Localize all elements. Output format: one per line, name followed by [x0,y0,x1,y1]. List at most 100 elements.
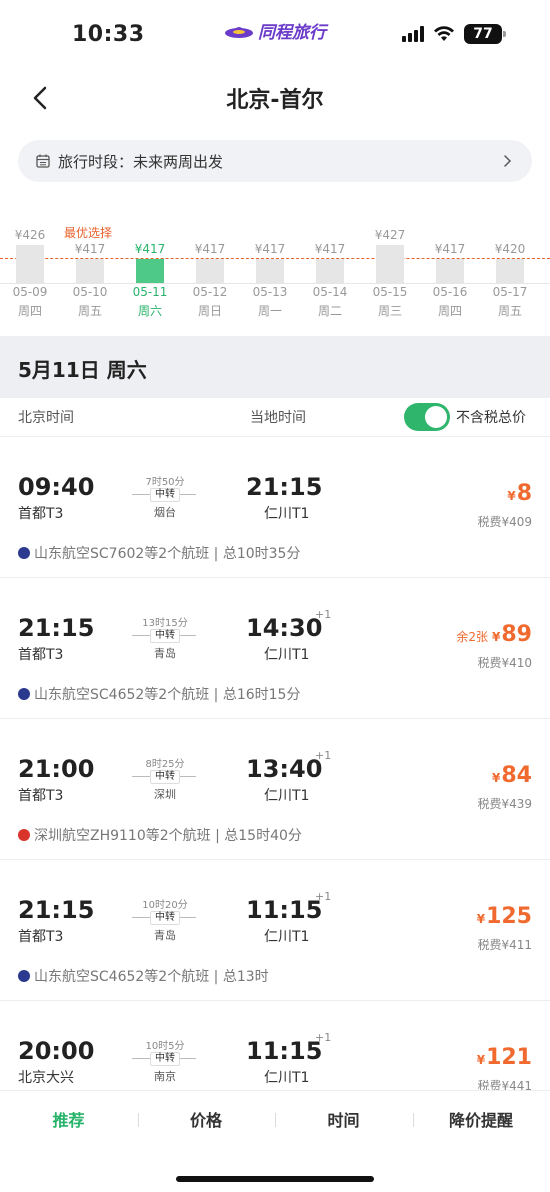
departure-airport: 首都T3 [18,647,64,663]
calendar-date: 05-14 [312,285,348,299]
calendar-day-05-13[interactable]: ¥417 05-13 周一 [240,196,300,328]
airline-logo-icon [18,829,30,841]
calendar-day-05-16[interactable]: ¥417 05-16 周四 [420,196,480,328]
transfer-badge: 中转 [150,911,180,925]
calendar-day-05-11[interactable]: ¥417 05-11 周六 [120,196,180,328]
beijing-time-label: 北京时间 [18,410,74,426]
calendar-date: 05-16 [432,285,468,299]
flight-price: ¥89 [492,622,532,647]
yen-sign: ¥ [507,489,516,503]
calendar-price: ¥417 [74,242,106,256]
calendar-day-05-10[interactable]: ¥417 05-10 周五 [60,196,120,328]
calendar-price: ¥427 [374,228,406,242]
nav-bar: 北京-首尔 [0,66,550,130]
arrival-airport: 仁川T1 [264,929,310,945]
sort-tab-0[interactable]: 推荐 [0,1107,137,1131]
sort-tab-3[interactable]: 降价提醒 [413,1107,550,1131]
transfer-badge: 中转 [150,770,180,784]
transfer-badge: 中转 [150,629,180,643]
calendar-day-05-09[interactable]: ¥426 05-09 周四 [0,196,60,328]
calendar-weekday: 周四 [17,304,42,318]
calendar-day-05-14[interactable]: ¥417 05-14 周二 [300,196,360,328]
flight-duration: 10时5分 [145,1041,185,1052]
next-day-marker: +1 [315,749,332,762]
calendar-price-bar [76,259,104,283]
calendar-weekday: 周一 [257,304,282,318]
sort-tab-2[interactable]: 时间 [275,1107,412,1131]
calendar-price: ¥426 [14,228,46,242]
arrival-time: 11:15 [246,896,323,924]
calendar-price-bar [196,259,224,283]
brand-name: 同程旅行 [258,23,326,43]
travel-period-label: 旅行时段：未来两周出发 [58,152,224,171]
calendar-day-05-17[interactable]: ¥420 05-17 周五 [480,196,540,328]
sort-tab-1[interactable]: 价格 [138,1107,275,1131]
next-day-marker: +1 [315,890,332,903]
calendar-date: 05-11 [132,285,168,299]
transfer-city: 烟台 [154,506,176,519]
flight-price: ¥8 [507,481,532,506]
calendar-weekday: 周日 [197,304,222,318]
calendar-price: ¥417 [134,242,166,256]
flight-duration: 7时50分 [145,477,185,488]
calendar-price: ¥417 [254,242,286,256]
tab-separator [275,1113,276,1127]
arrival-airport: 仁川T1 [264,506,310,522]
calendar-weekday: 周二 [317,304,342,318]
calendar-weekday: 周三 [377,304,402,318]
next-day-marker: +1 [315,608,332,621]
calendar-date: 05-17 [492,285,528,299]
departure-time: 21:00 [18,755,95,783]
flight-price: ¥84 [492,763,532,788]
airline-info: 山东航空SC4652等2个航班 | 总16时15分 [18,684,300,704]
calendar-date: 05-13 [252,285,288,299]
flight-card[interactable]: 09:40 首都T3 7时50分 中转 烟台 21:15 仁川T1 ¥8 税费¥409 山东航空S… [0,436,550,577]
transfer-city: 青岛 [154,647,176,660]
calendar-day-05-12[interactable]: ¥417 05-12 周日 [180,196,240,328]
arrival-time: 14:30 [246,614,323,642]
calendar-price-bar [376,245,404,283]
arrival-time: 11:15 [246,1037,323,1065]
transfer-badge: 中转 [150,1052,180,1066]
departure-airport: 首都T3 [18,506,64,522]
signal-icon [402,26,424,42]
next-day-marker: +1 [315,1031,332,1044]
seats-remaining: 余2张 [456,630,488,644]
tax-fee: 税费¥410 [477,656,532,670]
calendar-price-bar [16,245,44,283]
flight-card[interactable]: 21:15 首都T3 10时20分 中转 青岛 11:15 +1 仁川T1 ¥125 税费¥411… [0,859,550,1000]
calendar-date: 05-12 [192,285,228,299]
airline-logo-icon [18,688,30,700]
price-value: 8 [516,481,532,506]
calendar-weekday: 周六 [137,304,162,318]
airline-text: 山东航空SC4652等2个航班 | 总16时15分 [34,687,301,703]
local-time-label: 当地时间 [250,410,306,426]
flight-card[interactable]: 21:00 首都T3 8时25分 中转 深圳 13:40 +1 仁川T1 ¥84 税费¥439 深圳… [0,718,550,859]
arrival-airport: 仁川T1 [264,1070,310,1086]
travel-period-selector[interactable]: 旅行时段：未来两周出发 [18,140,532,182]
status-time: 10:33 [72,22,145,47]
brand-hat-icon [225,26,253,38]
arrival-airport: 仁川T1 [264,788,310,804]
flight-card[interactable]: 21:15 首都T3 13时15分 中转 青岛 14:30 +1 仁川T1 ¥89 税费¥410 余… [0,577,550,718]
price-value: 84 [501,763,532,788]
calendar-date: 05-09 [12,285,48,299]
calendar-price: ¥417 [194,242,226,256]
yen-sign: ¥ [476,1053,486,1067]
calendar-date: 05-15 [372,285,408,299]
calendar-price-bar [136,259,164,283]
toggle-knob [425,406,447,428]
yen-sign: ¥ [492,630,501,644]
calendar-day-05-15[interactable]: ¥427 05-15 周三 [360,196,420,328]
tab-separator [412,1113,414,1127]
airline-text: 山东航空SC7602等2个航班 | 总10时35分 [34,546,301,562]
arrival-time: 13:40 [246,755,323,783]
price-value: 125 [486,904,532,929]
yen-sign: ¥ [476,912,486,926]
status-bar: 10:33 同程旅行 77 [0,0,550,66]
tax-toggle[interactable] [404,403,450,431]
departure-time: 09:40 [18,473,95,501]
status-icons: 77 [402,24,506,44]
wifi-icon [434,26,454,41]
tab-separator [137,1113,139,1127]
